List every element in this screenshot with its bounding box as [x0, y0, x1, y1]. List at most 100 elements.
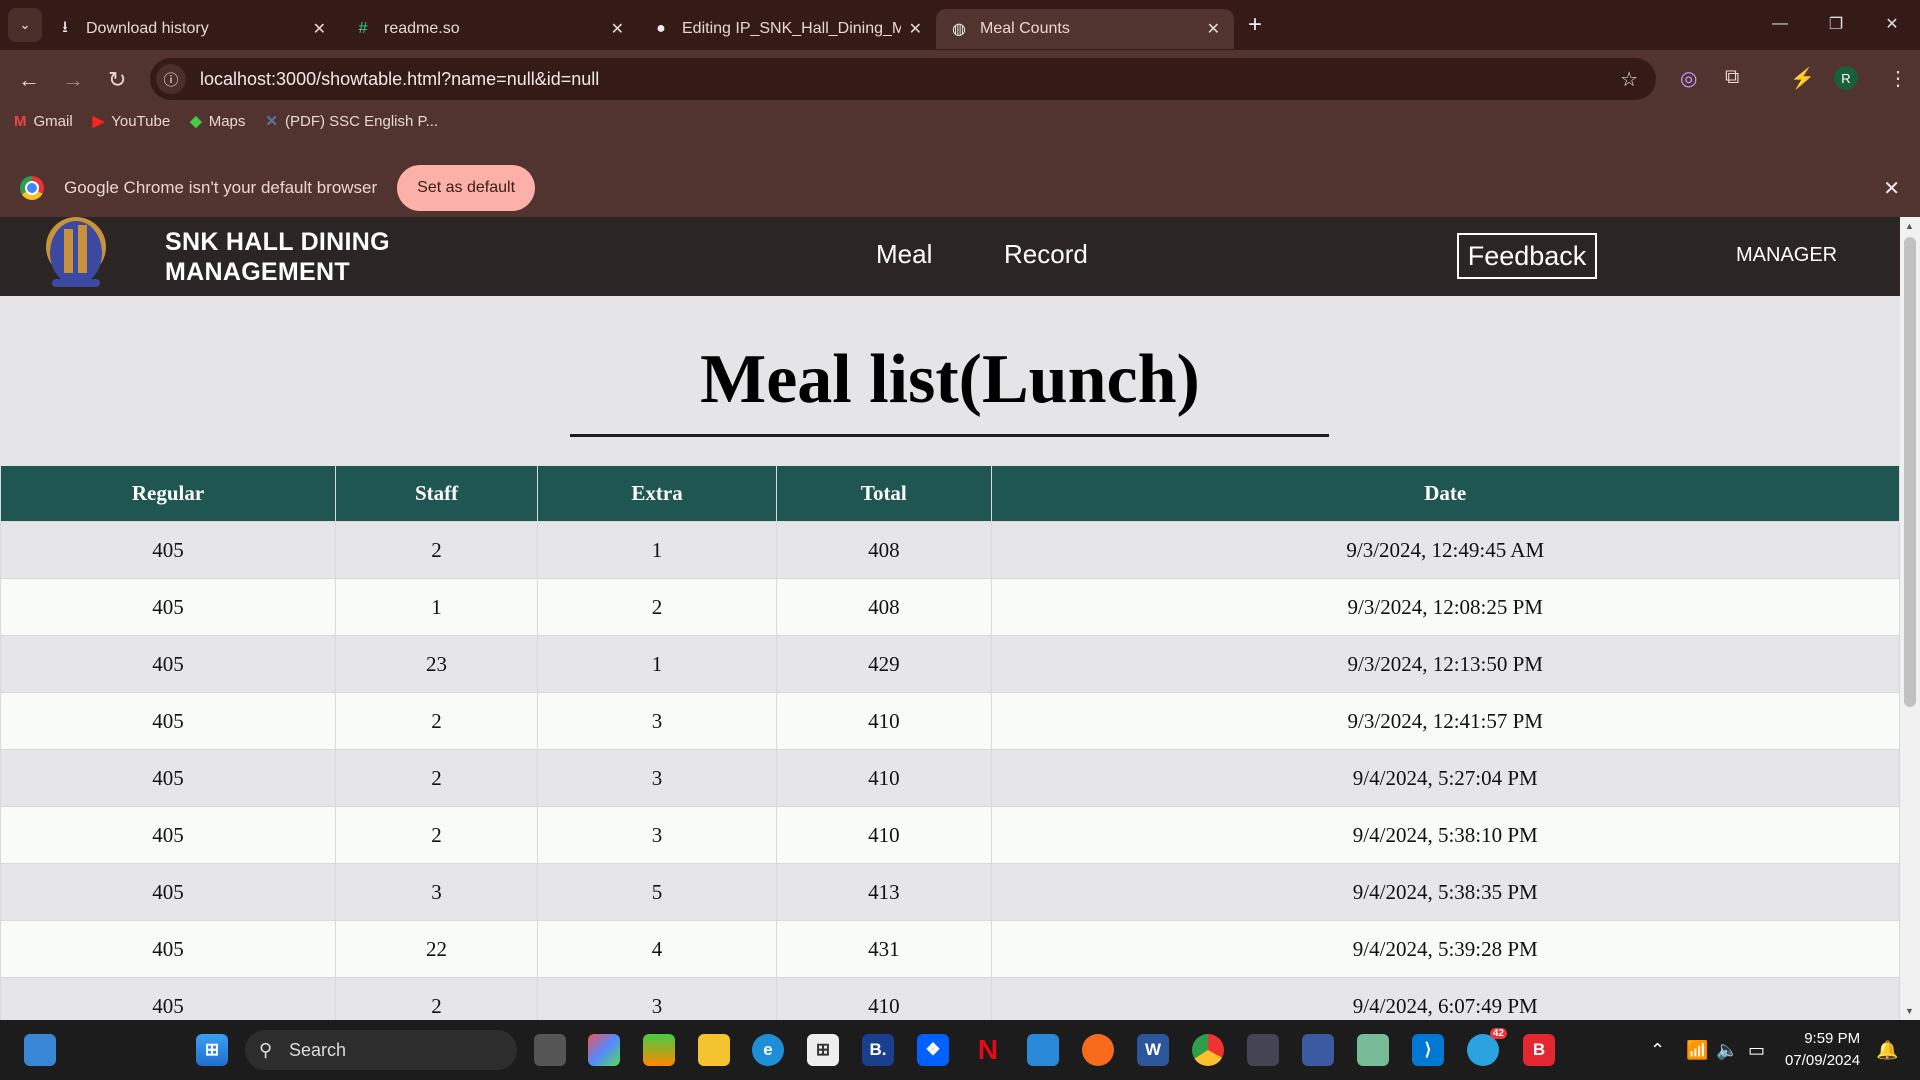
booking-icon[interactable]: B. — [862, 1034, 894, 1066]
set-as-default-button[interactable]: Set as default — [397, 165, 536, 211]
close-tab-icon[interactable]: ✕ — [1207, 19, 1220, 39]
bookmark-label: Maps — [208, 112, 246, 130]
brand-line-2: MANAGEMENT — [165, 258, 350, 286]
table-cell: 9/4/2024, 5:27:04 PM — [990, 749, 1900, 807]
column-header: Staff — [335, 465, 538, 522]
restore-button[interactable]: ❐ — [1808, 0, 1864, 48]
forward-button[interactable]: → — [62, 67, 84, 93]
table-cell: 405 — [0, 806, 337, 864]
extensions-puzzle-icon[interactable]: ⧉ — [1725, 66, 1739, 89]
menu-kebab-icon[interactable]: ⋮ — [1888, 66, 1908, 91]
url-text[interactable]: localhost:3000/showtable.html?name=null&… — [200, 69, 599, 90]
table-cell: 2 — [335, 977, 538, 1020]
netflix-icon[interactable]: N — [972, 1034, 1004, 1066]
browser-tab[interactable]: ● Editing IP_SNK_Hall_Dining_Ma ✕ — [638, 9, 936, 49]
close-tab-icon[interactable]: ✕ — [313, 19, 326, 39]
dropbox-icon[interactable]: ❖ — [917, 1034, 949, 1066]
minimize-button[interactable]: — — [1752, 0, 1808, 48]
close-tab-icon[interactable]: ✕ — [611, 19, 624, 39]
start-windows-icon[interactable]: ⊞ — [196, 1034, 228, 1066]
browser-tab[interactable]: ◍ Meal Counts ✕ — [936, 9, 1234, 49]
tab-title: readme.so — [384, 20, 460, 37]
tab-search-button[interactable]: ⌄ — [8, 8, 42, 42]
nav-record-link[interactable]: Record — [1004, 239, 1088, 270]
reload-button[interactable]: ↻ — [108, 67, 126, 93]
app-icon[interactable] — [1027, 1034, 1059, 1066]
wifi-icon[interactable]: 📶 — [1686, 1020, 1708, 1080]
telegram-icon[interactable]: 42 — [1467, 1028, 1507, 1066]
tab-title: Download history — [86, 20, 209, 37]
table-cell: 405 — [0, 920, 337, 978]
bookmark-item[interactable]: ▶ YouTube — [92, 112, 171, 131]
table-cell: 5 — [536, 863, 778, 921]
page-scrollbar[interactable]: ▲ ▼ — [1900, 217, 1920, 1020]
file-explorer-icon[interactable] — [698, 1034, 730, 1066]
notification-bell-icon[interactable]: 🔔 — [1876, 1020, 1898, 1080]
show-hidden-icons[interactable]: ⌃ — [1650, 1020, 1665, 1080]
bookmark-label: (PDF) SSC English P... — [284, 112, 439, 130]
title-divider — [570, 434, 1329, 437]
site-info-icon[interactable]: ⓘ — [156, 64, 186, 94]
bookmark-label: YouTube — [111, 112, 171, 130]
word-icon[interactable]: W — [1137, 1034, 1169, 1066]
table-row: 405 2 1 408 9/3/2024, 12:49:45 AM — [0, 521, 1900, 579]
table-cell: 413 — [776, 863, 992, 921]
scroll-down-arrow[interactable]: ▼ — [1905, 1006, 1914, 1016]
performance-icon[interactable]: ⚡ — [1790, 66, 1815, 91]
tab-title: Editing IP_SNK_Hall_Dining_Ma — [682, 20, 901, 37]
bookmark-item[interactable]: ◆ Maps — [190, 112, 246, 131]
table-cell: 9/3/2024, 12:41:57 PM — [990, 692, 1900, 750]
scrollbar-thumb[interactable] — [1904, 237, 1916, 707]
profile-avatar[interactable]: R — [1834, 66, 1858, 90]
bookmark-star-icon[interactable]: ☆ — [1620, 67, 1638, 92]
close-tab-icon[interactable]: ✕ — [909, 19, 922, 39]
extension-icon[interactable]: ◎ — [1680, 66, 1697, 91]
app-icon-2[interactable] — [1247, 1034, 1279, 1066]
youtube-icon: ▶ — [92, 113, 105, 130]
new-tab-button[interactable]: + — [1248, 11, 1262, 39]
user-role-label[interactable]: MANAGER — [1736, 244, 1837, 267]
battery-icon[interactable]: ▭ — [1748, 1020, 1765, 1080]
column-header: Regular — [0, 465, 337, 522]
bookmark-item[interactable]: ✕ (PDF) SSC English P... — [265, 112, 439, 131]
bitdefender-icon[interactable]: B — [1523, 1034, 1555, 1066]
nav-meal-link[interactable]: Meal — [876, 239, 932, 270]
taskbar-search[interactable]: ⚲ Search — [245, 1030, 517, 1070]
table-row: 405 2 3 410 9/3/2024, 12:41:57 PM — [0, 692, 1900, 750]
chrome-icon[interactable] — [1192, 1034, 1224, 1066]
taskbar-clock[interactable]: 9:59 PM 07/09/2024 — [1785, 1028, 1860, 1072]
bookmark-item[interactable]: M Gmail — [14, 112, 73, 130]
copilot-icon[interactable] — [588, 1034, 620, 1066]
feedback-button[interactable]: Feedback — [1457, 233, 1597, 279]
column-header: Date — [990, 465, 1900, 522]
telegram-badge: 42 — [1489, 1028, 1507, 1039]
table-row: 405 3 5 413 9/4/2024, 5:38:35 PM — [0, 863, 1900, 921]
edge-icon[interactable]: e — [752, 1034, 784, 1066]
table-row: 405 22 4 431 9/4/2024, 5:39:28 PM — [0, 920, 1900, 978]
bookmarks-bar: M Gmail ▶ YouTube ◆ Maps ✕ (PDF) SSC English P.… — [14, 112, 439, 131]
back-button[interactable]: ← — [18, 67, 40, 93]
pdf-app-icon[interactable] — [1302, 1034, 1334, 1066]
table-cell: 1 — [335, 578, 538, 636]
address-bar[interactable]: ⓘ localhost:3000/showtable.html?name=nul… — [150, 58, 1656, 100]
widgets-icon[interactable] — [24, 1034, 56, 1066]
table-cell: 408 — [776, 578, 992, 636]
hall-logo — [46, 217, 106, 287]
default-browser-infobar: Google Chrome isn't your default browser… — [0, 160, 1920, 216]
scroll-up-arrow[interactable]: ▲ — [1905, 221, 1914, 231]
store-icon[interactable]: ⊞ — [807, 1034, 839, 1066]
chrome-logo-icon — [20, 176, 44, 200]
gmail-icon: M — [14, 112, 27, 130]
firefox-icon[interactable] — [1082, 1034, 1114, 1066]
browser-tab[interactable]: ⭳ Download history ✕ — [42, 9, 340, 49]
vscode-icon[interactable]: ⟩ — [1412, 1034, 1444, 1066]
table-cell: 405 — [0, 692, 337, 750]
close-window-button[interactable]: ✕ — [1864, 0, 1920, 48]
volume-icon[interactable]: 🔈 — [1716, 1020, 1738, 1080]
site-brand[interactable]: SNK HALL DINING MANAGEMENT — [165, 227, 390, 287]
bluestacks-icon[interactable] — [643, 1034, 675, 1066]
app-icon-3[interactable] — [1357, 1034, 1389, 1066]
infobar-close-icon[interactable]: ✕ — [1883, 176, 1900, 201]
task-view-icon[interactable] — [534, 1034, 566, 1066]
browser-tab[interactable]: # readme.so ✕ — [340, 9, 638, 49]
